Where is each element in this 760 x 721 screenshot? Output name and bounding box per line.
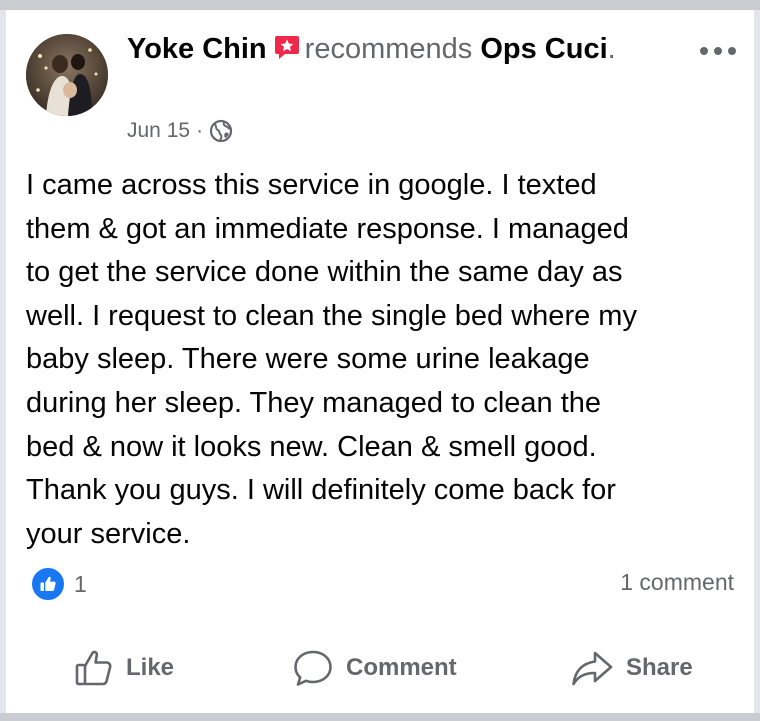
- reaction-count: 1: [74, 570, 87, 597]
- like-reaction-icon: [30, 566, 66, 602]
- comment-button[interactable]: Comment: [292, 640, 457, 696]
- more-options-icon[interactable]: [696, 40, 740, 60]
- recommends-text: recommends: [304, 33, 473, 65]
- comments-count-link[interactable]: 1 comment: [620, 569, 734, 596]
- right-frame: [754, 10, 760, 713]
- post-meta: Jun 15 ·: [127, 117, 233, 145]
- speech-bubble-icon: [294, 650, 332, 686]
- header-period: .: [607, 33, 616, 65]
- comment-label: Comment: [346, 654, 457, 681]
- avatar-photo: [26, 34, 108, 116]
- post-body: I came across this service in google. I …: [26, 169, 637, 550]
- author-name[interactable]: Yoke Chin: [127, 33, 267, 65]
- share-label: Share: [626, 654, 693, 681]
- meta-separator: ·: [196, 119, 204, 142]
- recommendation-badge-icon: [273, 32, 301, 72]
- avatar[interactable]: [26, 34, 108, 116]
- share-button[interactable]: Share: [570, 640, 693, 696]
- post-date[interactable]: Jun 15: [127, 119, 190, 143]
- like-button[interactable]: Like: [74, 640, 174, 696]
- post-header: Yoke Chin recommends Ops Cuci.: [127, 29, 667, 72]
- page-name-link[interactable]: Ops Cuci: [480, 33, 607, 65]
- reactions-summary[interactable]: 1: [30, 566, 87, 602]
- like-label: Like: [126, 654, 175, 681]
- globe-icon: [209, 119, 233, 143]
- action-bar: Like Comment Share: [0, 640, 760, 696]
- top-divider: [0, 0, 760, 10]
- bottom-divider: [0, 713, 760, 721]
- share-arrow-icon: [572, 651, 613, 686]
- thumbs-up-icon: [75, 650, 112, 686]
- left-frame: [0, 10, 6, 713]
